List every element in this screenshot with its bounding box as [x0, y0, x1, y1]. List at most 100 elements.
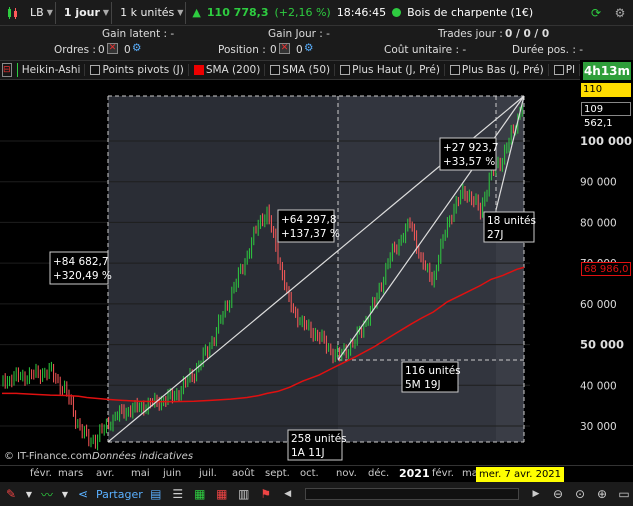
cout-unitaire: Coût unitaire : - — [384, 44, 467, 56]
annotation-text: +27 923,7 — [443, 142, 499, 154]
month-label: mars — [58, 468, 84, 479]
instrument-name: Bois de charpente (1€) — [407, 6, 534, 19]
annotation-text: +64 297,8 — [281, 214, 337, 226]
period-dropdown[interactable]: 1 jour ▼ — [62, 1, 113, 24]
month-label: févr. — [432, 468, 454, 479]
month-label: juin — [163, 468, 182, 479]
checkbox[interactable] — [270, 65, 281, 75]
indicator-plus-haut[interactable]: Plus Haut (J, Pré) — [340, 64, 445, 76]
layout-icon[interactable]: ▦ — [191, 485, 209, 503]
ordres-value: 0 — [98, 44, 105, 56]
chevron-down-icon[interactable]: ▼ — [24, 485, 34, 503]
current-price-tag: 110 778,3 — [581, 83, 631, 109]
last-price: 110 778,3 — [206, 6, 269, 19]
compare-icon[interactable]: ▦ — [213, 485, 231, 503]
gain-latent: Gain latent : - — [102, 28, 175, 40]
indicator-sma-50[interactable]: SMA (50) — [270, 64, 336, 76]
settings-icon[interactable]: ⚙ — [611, 4, 629, 22]
top-toolbar: LB ▼ 1 jour ▼ 1 k unités ▼ ▲ 110 778,3 (+2,… — [0, 0, 633, 26]
indicator-heikin-ashi[interactable]: Heikin-Ashi — [22, 64, 86, 76]
gear-icon[interactable]: ⚙ — [304, 42, 313, 54]
checkbox[interactable] — [449, 65, 460, 75]
month-label: sept. — [265, 468, 290, 479]
checkbox[interactable] — [90, 65, 101, 75]
trades-jour-value: 0 / 0 / 0 — [505, 28, 550, 40]
annotation-text: 5M 19J — [405, 379, 441, 391]
indicator-sma-200[interactable]: SMA (200) — [193, 64, 266, 76]
indicator-icon[interactable]: 〰 — [38, 485, 56, 503]
chevron-down-icon[interactable]: ▼ — [60, 485, 70, 503]
indicator-label: SMA (50) — [282, 64, 331, 76]
zoom-out-icon[interactable]: ⊖ — [549, 485, 567, 503]
drawing-tool-icon[interactable]: ✎ — [2, 485, 20, 503]
time-scrollbar[interactable] — [304, 488, 519, 500]
price-chart[interactable]: +84 682,7 +320,49 % +64 297,8 +137,37 % … — [0, 80, 633, 465]
comment-icon[interactable]: ▤ — [147, 485, 165, 503]
y-tick-label: 60 000 — [580, 299, 617, 311]
up-arrow-icon: ▲ — [192, 6, 201, 19]
candlestick-icon[interactable] — [4, 4, 22, 22]
exchange-dropdown[interactable]: LB ▼ — [28, 1, 56, 24]
month-label: déc. — [368, 468, 390, 479]
clock-time: 18:46:45 — [336, 6, 387, 19]
y-tick-label: 90 000 — [580, 177, 617, 189]
month-label: juil. — [199, 468, 217, 479]
share-icon[interactable]: ⋖ — [74, 485, 92, 503]
y-tick-label: 80 000 — [580, 217, 617, 229]
indicator-label: Heikin-Ashi — [21, 64, 81, 76]
y-tick-label: 100 000 — [580, 134, 632, 148]
annotation-text: +320,49 % — [53, 270, 112, 282]
period-label: 1 jour — [63, 6, 100, 19]
position-value: 0 — [270, 44, 277, 56]
indicator-plus-bas[interactable]: Plus Bas (J, Pré) — [449, 64, 549, 76]
annotation-text: 1A 11J — [291, 447, 325, 459]
close-icon[interactable]: ✕ — [107, 43, 118, 54]
indicator-label: Plus Haut (J, Pré) — [352, 64, 440, 76]
scroll-left-icon[interactable]: ◀ — [279, 485, 297, 503]
indicator-label: Points pivots (J) — [102, 64, 184, 76]
annotation-box: +64 297,8 +137,37 % — [277, 209, 340, 243]
measure-zone-1 — [108, 96, 338, 442]
delete-indicator-icon[interactable]: ⊟ — [2, 63, 12, 77]
units-label: 1 k unités — [120, 6, 175, 19]
watermark-note: Données indicatives — [92, 450, 193, 462]
annotation-box: 258 unités 1A 11J — [287, 429, 347, 461]
table-icon[interactable]: ▥ — [235, 485, 253, 503]
trades-jour-label: Trades jour : — [438, 28, 503, 40]
exchange-label: LB — [30, 6, 44, 19]
indicator-more[interactable]: Pl — [553, 64, 580, 76]
y-tick-label: 50 000 — [580, 338, 624, 352]
checkbox[interactable] — [193, 65, 204, 75]
month-label: oct. — [300, 468, 319, 479]
position-info-bar: Gain latent : - Gain Jour : - Trades jou… — [0, 26, 633, 60]
watermark: © IT-Finance.com — [4, 451, 92, 462]
list-icon[interactable]: ☰ — [169, 485, 187, 503]
close-icon[interactable]: ✕ — [279, 43, 290, 54]
annotation-text: 18 unités — [487, 215, 536, 227]
position-label: Position : — [218, 44, 266, 56]
annotation-box: 116 unités 5M 19J — [401, 361, 461, 393]
indicator-label: Plus Bas (J, Pré) — [461, 64, 544, 76]
annotation-text: 116 unités — [405, 365, 461, 377]
indicator-label: SMA (200) — [205, 64, 261, 76]
annotation-text: 258 unités — [291, 433, 347, 445]
chevron-down-icon: ▼ — [46, 8, 53, 17]
checkbox[interactable] — [553, 65, 564, 75]
gear-icon[interactable]: ⚙ — [132, 42, 141, 54]
y-tick-label: 40 000 — [580, 380, 617, 392]
zoom-in-icon[interactable]: ⊕ — [593, 485, 611, 503]
checkbox[interactable] — [340, 65, 351, 75]
units-dropdown[interactable]: 1 k unités ▼ — [118, 1, 187, 24]
share-button[interactable]: Partager — [96, 488, 143, 501]
duree-pos: Durée pos. : - — [512, 44, 583, 56]
alert-icon[interactable]: ⚑ — [257, 485, 275, 503]
month-label: févr. — [30, 468, 52, 479]
position-value2: 0 — [296, 44, 303, 56]
ordres-value2: 0 — [124, 44, 131, 56]
zoom-icon[interactable]: ⊙ — [571, 485, 589, 503]
refresh-icon[interactable]: ⟳ — [587, 4, 605, 22]
scroll-right-icon[interactable]: ▶ — [527, 485, 545, 503]
fit-icon[interactable]: ▭ — [615, 485, 633, 503]
price-change: (+2,16 %) — [274, 6, 331, 19]
indicator-pivots[interactable]: Points pivots (J) — [90, 64, 189, 76]
